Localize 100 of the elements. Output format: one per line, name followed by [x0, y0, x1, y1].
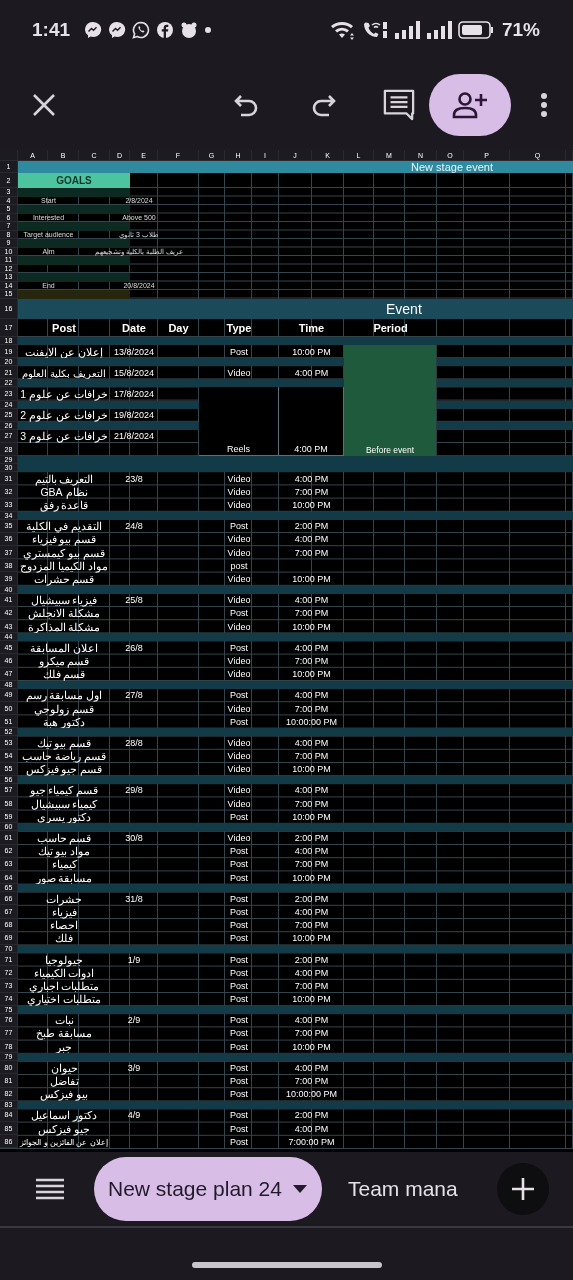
type-cell-text: Post — [229, 641, 249, 655]
type-cell-text: Post — [229, 689, 249, 702]
time-cell-text: 7:00:00 PM — [287, 1135, 336, 1149]
date-cell-text: 17/8/2024 — [112, 387, 155, 401]
time-cell-text: 7:00 PM — [293, 750, 330, 763]
post-title-cell-text: خرافات عن علوم 2 — [19, 408, 109, 422]
post-title-cell-text: دكتور يسري — [35, 810, 93, 824]
type-cell-text: Post — [229, 1075, 249, 1088]
time-cell-text: 4:00 PM — [293, 689, 330, 702]
clock-time: 1:41 — [32, 19, 71, 41]
post-title-cell-text: قسم كيمياء جيو — [28, 783, 100, 798]
time-cell-text: 2:00 PM — [293, 1109, 330, 1122]
post-title-cell-text: قسم بيو كيمستري — [22, 546, 106, 560]
time-cell-text: 4:00 PM — [293, 845, 330, 858]
post-title-cell-text: مشكلة الانجلش — [27, 607, 101, 620]
time-cell-text: 4:00 PM — [293, 1014, 330, 1027]
type-cell-text: Post — [229, 1135, 249, 1149]
time-cell: 4:00 PM — [279, 387, 344, 457]
type-cell-text: Video — [226, 533, 252, 547]
wifi-icon — [329, 20, 356, 40]
date-cell-text: 30/8 — [124, 832, 144, 845]
sheet-title: New stage event — [18, 161, 573, 173]
post-title-cell-text: التعريف بكلية العلوم — [21, 366, 107, 380]
time-cell-text: 7:00 PM — [293, 1075, 330, 1088]
time-cell-text: 7:00 PM — [293, 858, 330, 871]
post-title-cell-text: خرافات عن علوم 1 — [19, 387, 109, 401]
date-cell-text: 26/8 — [124, 641, 144, 655]
type-cell-text: Video — [226, 784, 252, 798]
time-cell-text: 7:00 PM — [293, 546, 330, 560]
time-cell-text: 10:00 PM — [291, 668, 332, 681]
time-cell-text: 4:00 PM — [293, 1122, 330, 1136]
type-cell-text: Post — [229, 1061, 249, 1075]
column-header: Date — [121, 320, 147, 336]
time-cell-text: 4:00 PM — [293, 594, 330, 607]
date-cell-text: 21/8/2024 — [112, 430, 155, 443]
date-cell-text: 1/9 — [126, 953, 142, 967]
type-cell: Reels — [199, 387, 279, 457]
post-title-cell-text: متطلبات اختياري — [26, 993, 102, 1006]
column-header: Post — [51, 320, 77, 336]
time-cell-text: 4:00 PM — [293, 1061, 330, 1075]
type-cell-text: post — [229, 559, 249, 573]
time-cell-text: 10:00 PM — [291, 499, 332, 512]
empty-cell — [566, 150, 573, 161]
date-cell-text: 24/8 — [124, 520, 144, 533]
time-cell-text: 10:00 PM — [291, 763, 332, 776]
type-cell-text: Post — [229, 1014, 249, 1027]
section-title: Event — [18, 298, 573, 319]
type-cell-text: Video — [226, 620, 252, 634]
post-title-cell-text: التقديم في الكلية — [25, 519, 103, 533]
person-add-icon — [452, 91, 488, 119]
post-title-cell-text: قسم بيو تيك — [35, 736, 93, 750]
time-cell-text: 2:00 PM — [293, 520, 330, 533]
post-title-cell-text: قاعدة رفق — [38, 499, 90, 512]
time-cell-text: 7:00 PM — [293, 1027, 330, 1041]
type-cell-text: Post — [229, 345, 249, 359]
post-title-cell-text: مشكلة المذاكرة — [26, 620, 102, 634]
date-cell-text: 19/8/2024 — [112, 409, 155, 422]
post-title-cell-text: نبات — [53, 1013, 75, 1027]
date-cell-text: 27/8 — [124, 689, 144, 702]
post-title-cell-text: قسم رياضة حاسب — [21, 750, 107, 763]
more-icon — [540, 92, 548, 118]
time-cell-text: 4:00 PM — [293, 905, 330, 919]
dot-icon — [204, 26, 213, 34]
corner-cell[interactable] — [0, 150, 18, 161]
post-title-cell-text: قسم حشرات — [32, 573, 96, 586]
post-title-cell-text: متطلبات اجباري — [27, 979, 101, 993]
type-cell-text: Post — [229, 919, 249, 932]
date-cell-text: 4/9 — [126, 1109, 142, 1122]
date-cell-text: 13/8/2024 — [112, 345, 155, 359]
battery-icon — [457, 20, 494, 40]
type-cell-text: Post — [229, 858, 249, 871]
time-cell-text: 4:00 PM — [293, 736, 330, 750]
caret-icon — [291, 1184, 308, 1194]
add-sheet-button[interactable] — [497, 1163, 549, 1215]
post-title-cell-text: تفاضل — [48, 1075, 80, 1088]
type-cell-text: Video — [226, 750, 252, 763]
sheet-tab[interactable]: New stage plan 24 — [94, 1157, 322, 1221]
type-cell-text: Post — [229, 520, 249, 533]
type-cell-text: Post — [229, 932, 249, 945]
time-cell-text: 7:00 PM — [293, 654, 330, 668]
post-title-cell-text: كيمياء — [50, 858, 78, 871]
signal-icon — [425, 20, 452, 40]
post-title-cell-text: بيو فيزكس — [39, 1087, 89, 1101]
type-cell-text: Post — [229, 845, 249, 858]
phone-bubble-icon — [132, 21, 151, 39]
post-title-cell-text: اعلان المسابقة — [29, 641, 99, 655]
post-title-cell-text: قسم بيو فيزياء — [30, 533, 98, 547]
time-cell-text: 4:00 PM — [293, 472, 330, 486]
post-title-cell-text: قسم فلك — [41, 668, 87, 681]
date-cell-text: 28/8 — [124, 736, 144, 750]
time-cell-text: 7:00 PM — [293, 919, 330, 932]
column-header: Day — [167, 320, 190, 336]
plus-icon — [511, 1177, 535, 1201]
sheet-tab[interactable]: Team mana — [333, 1157, 472, 1221]
post-title-cell-text: خرافات عن علوم 3 — [19, 429, 109, 443]
post-title-cell-text: قسم زولوجي — [33, 702, 95, 716]
type-cell-text: Post — [229, 905, 249, 919]
post-title-cell-text: جبر — [55, 1040, 73, 1054]
type-cell-text: Post — [229, 607, 249, 620]
comments-button[interactable] — [383, 89, 415, 121]
